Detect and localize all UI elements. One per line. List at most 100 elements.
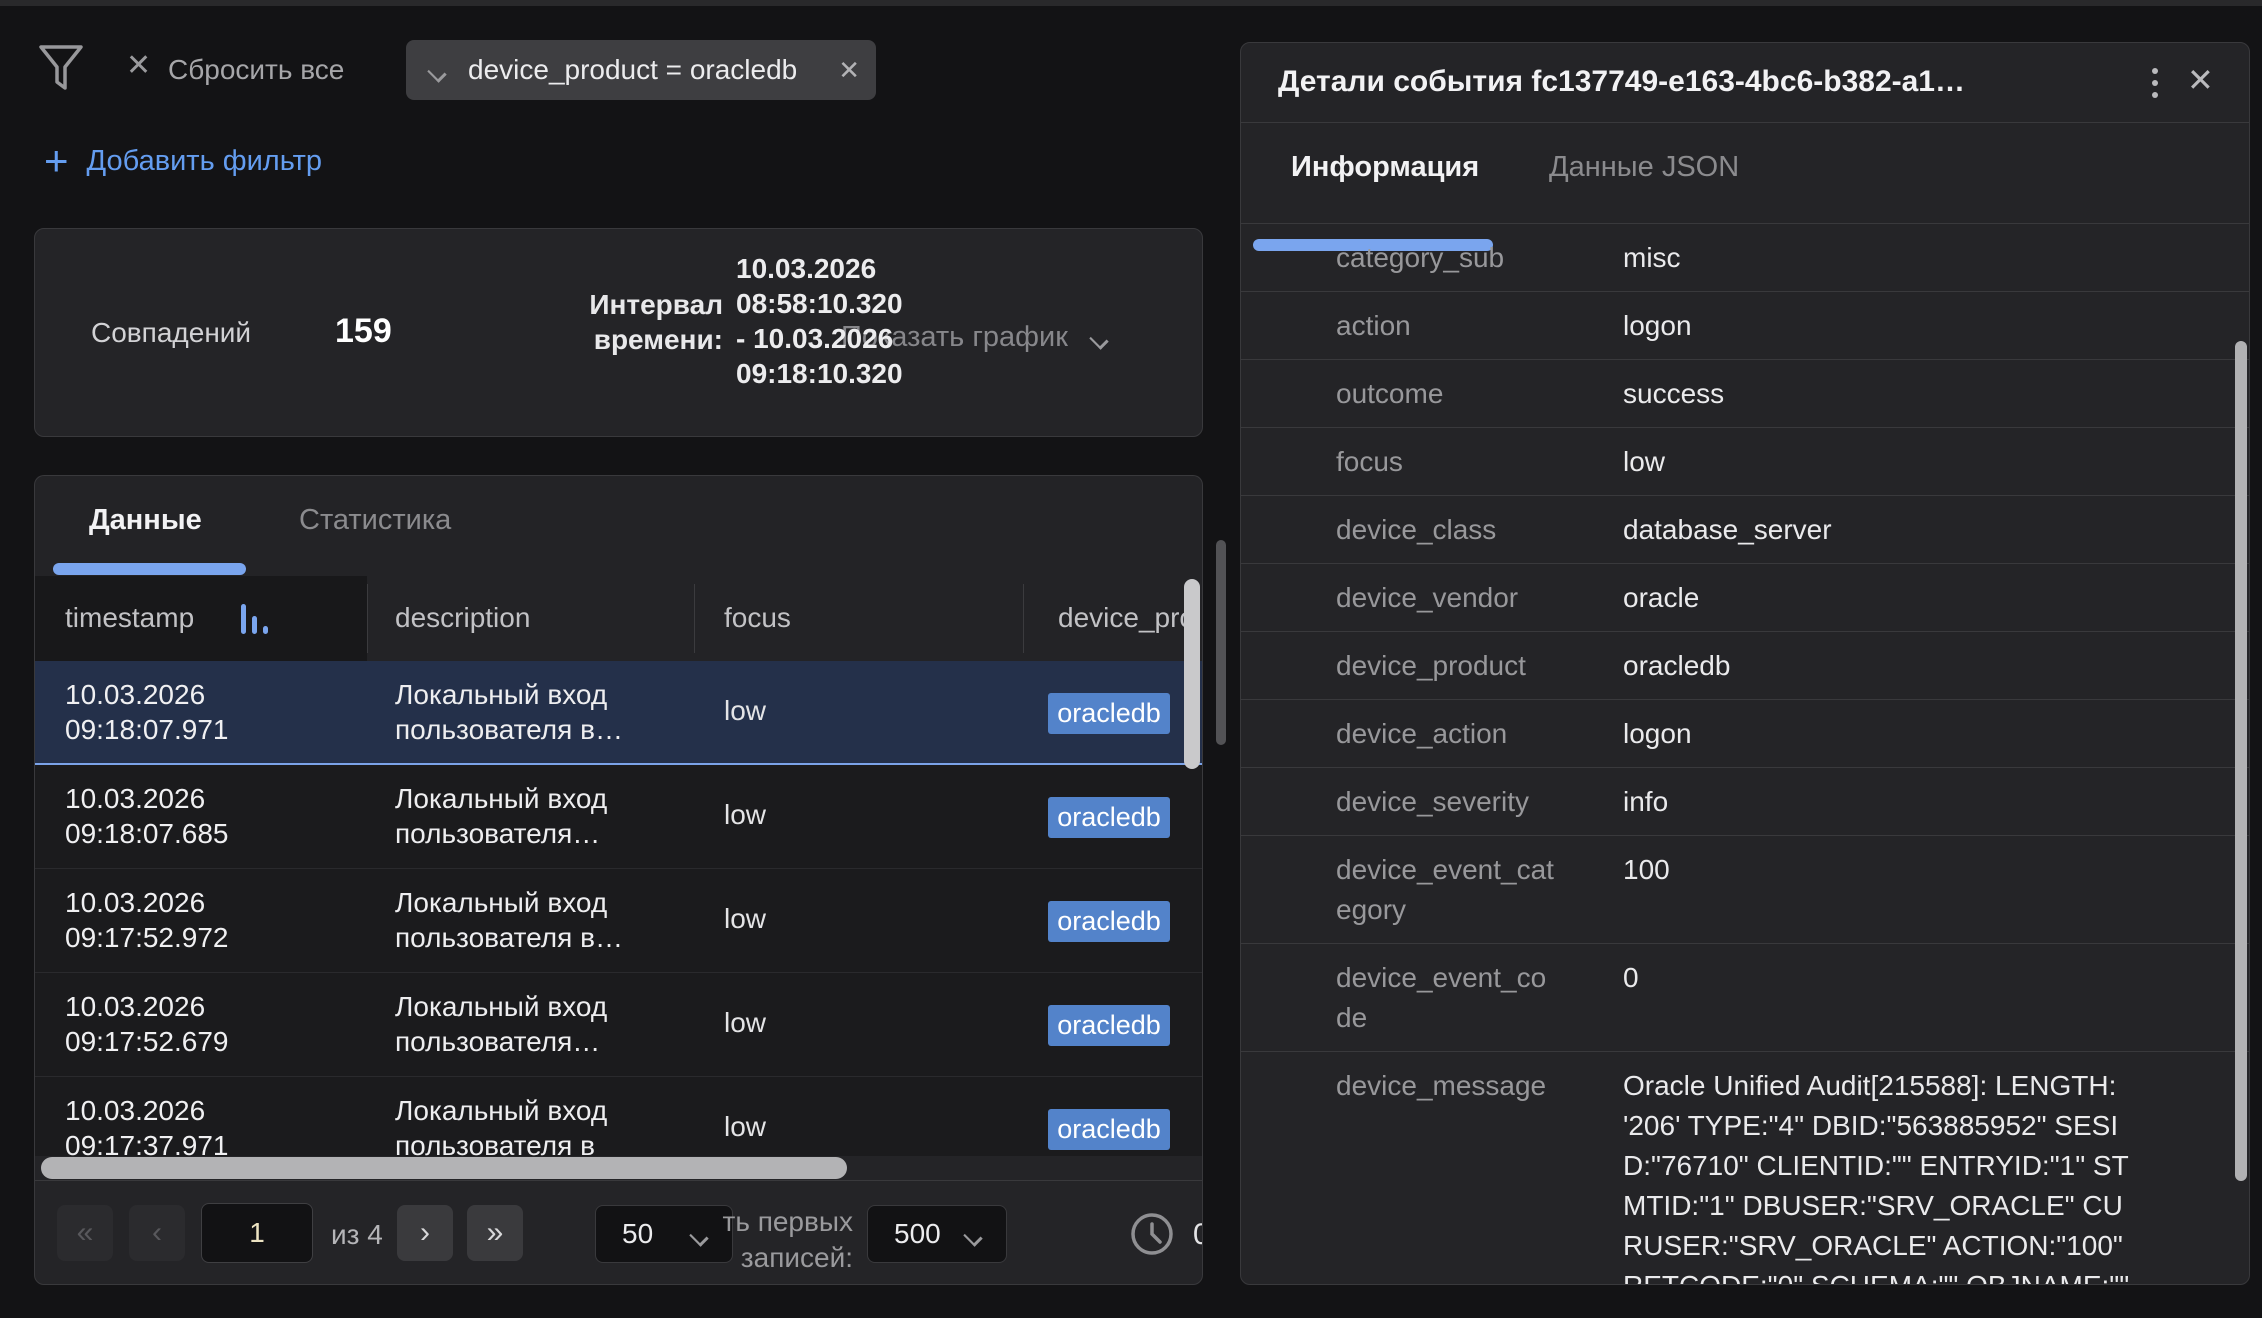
filter-funnel-icon [38,44,84,94]
remove-filter-icon[interactable]: ✕ [838,55,860,86]
device-product-highlight[interactable]: oracledb [1048,797,1170,838]
focus-cell: low [724,1111,766,1143]
page-size-value: 50 [622,1218,653,1250]
add-filter-button[interactable]: + Добавить фильтр [44,140,322,182]
field-key: device_severity [1336,782,1556,822]
detail-field-row: focus low [1241,427,2250,495]
details-vertical-scrollbar[interactable] [2235,341,2247,1181]
details-header: Детали события fc137749-e163-4bc6-b382-a… [1241,43,2249,123]
device-product-highlight[interactable]: oracledb [1048,693,1170,734]
clock-icon[interactable] [1129,1211,1175,1257]
field-key: device_action [1336,714,1556,754]
field-key: device_event_category [1336,850,1556,930]
page-number-input[interactable] [201,1203,313,1263]
column-header-focus[interactable]: focus [724,602,791,634]
detail-field-row: device_action logon [1241,699,2250,767]
focus-cell: low [724,799,766,831]
timestamp-cell: 10.03.202609:17:52.972 [65,885,229,955]
chevron-down-icon[interactable] [428,64,450,77]
field-key: device_class [1336,510,1556,550]
field-key: focus [1336,442,1556,482]
page-vertical-scrollbar[interactable] [1216,540,1226,745]
column-header-description[interactable]: description [395,602,530,634]
chevron-down-icon [1090,331,1112,344]
description-cell: Локальный входпользователя в… [395,885,623,955]
reset-all-x-icon[interactable]: ✕ [126,48,151,83]
interval-value: 10.03.2026 08:58:10.320 - 10.03.2026 09:… [736,251,903,391]
event-details-panel: Детали события fc137749-e163-4bc6-b382-a… [1240,42,2250,1285]
table-horizontal-scrollbar-thumb[interactable] [41,1157,847,1179]
interval-line: 10.03.2026 [736,251,903,286]
field-value: low [1623,442,1665,482]
filter-chip-label: device_product = oracledb [468,54,797,86]
column-header-device-product[interactable]: device_pro [1058,602,1195,634]
previous-page-button[interactable]: ‹ [129,1205,185,1261]
field-value: info [1623,782,1668,822]
description-cell: Локальный входпользователя в [395,1093,607,1163]
tab-statistics[interactable]: Статистика [299,504,451,537]
records-limit-value: 500 [894,1218,941,1250]
detail-field-row: category_submisc [1241,223,2250,291]
last-page-button[interactable]: » [467,1205,523,1261]
close-icon[interactable]: ✕ [2187,61,2214,99]
column-header-timestamp[interactable]: timestamp [65,602,194,634]
detail-field-row: device_product oracledb [1241,631,2250,699]
pagination-bar: « ‹ из 4 › » 50 ть первых записей: 500 0 [34,1180,1203,1285]
records-limit-select[interactable]: 500 [867,1205,1007,1263]
matches-label: Совпадений [91,317,251,349]
timestamp-cell: 10.03.202609:17:37.971 [65,1093,229,1163]
table-row[interactable]: 10.03.202609:18:07.685Локальный входполь… [35,765,1203,869]
interval-label-line2: времени: [435,322,723,357]
detail-field-row: action logon [1241,291,2250,359]
timestamp-cell: 10.03.202609:18:07.685 [65,781,229,851]
field-value: 100 [1623,850,1670,890]
column-divider [367,584,368,653]
field-key: device_vendor [1336,578,1556,618]
column-divider [694,584,695,653]
field-value: database_server [1623,510,1832,550]
table-row[interactable]: 10.03.202609:18:07.971 Локальный входполь… [35,661,1203,765]
field-value: oracledb [1623,646,1730,686]
table-vertical-scrollbar[interactable] [1184,579,1200,769]
detail-field-row: device_event_code 0 [1241,943,2250,1051]
detail-field-row: outcomesuccess [1241,359,2250,427]
timestamp-cell: 10.03.202609:18:07.971 [65,677,229,747]
details-tabs: Информация Данные JSON [1241,123,2249,223]
plus-icon: + [44,140,69,182]
first-page-button[interactable]: « [57,1205,113,1261]
field-key: device_event_code [1336,958,1556,1038]
table-row[interactable]: 10.03.202609:17:52.679Локальный входполь… [35,973,1203,1077]
tab-data[interactable]: Данные [89,504,202,537]
field-value: logon [1623,714,1692,754]
tab-information[interactable]: Информация [1291,151,1479,184]
description-cell: Локальный входпользователя… [395,989,607,1059]
add-filter-label: Добавить фильтр [87,145,322,178]
field-key: action [1336,306,1556,346]
device-product-highlight[interactable]: oracledb [1048,1005,1170,1046]
field-key: outcome [1336,374,1556,414]
reset-all-button[interactable]: Сбросить все [168,54,344,86]
records-limit-label: ть первых записей: [655,1204,853,1276]
kebab-menu-icon[interactable] [2131,59,2179,107]
chevron-down-icon [964,1228,986,1241]
field-key: category_sub [1336,238,1556,278]
tab-json-data[interactable]: Данные JSON [1549,151,1739,184]
filter-bar: ✕ Сбросить все device_product = oracledb… [0,6,1230,116]
field-value: logon [1623,306,1692,346]
column-divider [1023,584,1024,653]
matches-count: 159 [335,312,392,351]
filter-chip[interactable]: device_product = oracledb ✕ [406,40,876,100]
description-cell: Локальный входпользователя в… [395,677,623,747]
field-key: device_product [1336,646,1556,686]
device-product-highlight[interactable]: oracledb [1048,1109,1170,1150]
interval-line: - 10.03.2026 [736,321,903,356]
device-product-highlight[interactable]: oracledb [1048,901,1170,942]
table-row[interactable]: 10.03.202609:17:52.972 Локальный входполь… [35,869,1203,973]
interval-label: Интервал времени: [435,287,723,357]
sort-bars-icon[interactable] [241,600,271,638]
table-tabs: Данные Статистика [35,476,1202,564]
field-value: 0 [1623,958,1639,998]
records-limit-label-line2: записей: [655,1240,853,1276]
field-value: oracle [1623,578,1699,618]
next-page-button[interactable]: › [397,1205,453,1261]
